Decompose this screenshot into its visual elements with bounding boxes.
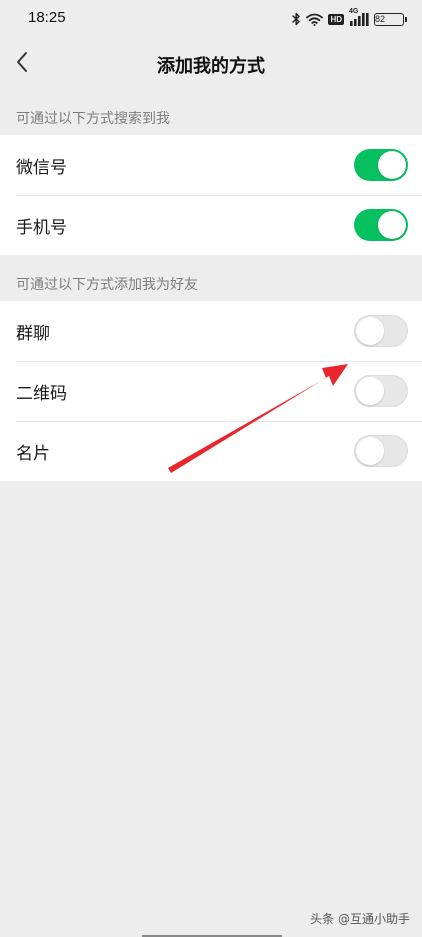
row-label: 二维码 bbox=[16, 384, 67, 404]
status-icons: HD 4G 82 bbox=[292, 8, 407, 29]
search-methods-group: 微信号 手机号 bbox=[0, 135, 422, 255]
network-label: 4G bbox=[349, 8, 359, 15]
signal-icon: 4G bbox=[349, 8, 369, 26]
qr-code-toggle[interactable] bbox=[354, 375, 408, 407]
section-header-add: 可通过以下方式添加我为好友 bbox=[16, 277, 198, 293]
status-time: 18:25 bbox=[28, 9, 66, 26]
toggle-knob bbox=[356, 377, 384, 405]
nav-bar: 添加我的方式 bbox=[0, 38, 422, 90]
wifi-icon bbox=[306, 13, 324, 26]
row-label: 手机号 bbox=[16, 218, 67, 238]
toggle-knob bbox=[356, 317, 384, 345]
row-label: 微信号 bbox=[16, 158, 67, 178]
list-item-business-card[interactable]: 名片 bbox=[0, 421, 422, 481]
row-label: 群聊 bbox=[16, 324, 50, 344]
list-item-group-chat[interactable]: 群聊 bbox=[0, 301, 422, 361]
wechat-id-toggle[interactable] bbox=[354, 149, 408, 181]
hd-badge: HD bbox=[328, 13, 344, 25]
group-chat-toggle[interactable] bbox=[354, 315, 408, 347]
list-item-qr-code[interactable]: 二维码 bbox=[0, 361, 422, 421]
bluetooth-icon bbox=[292, 12, 301, 26]
business-card-toggle[interactable] bbox=[354, 435, 408, 467]
status-bar: 18:25 HD 4G 82 bbox=[0, 0, 422, 38]
toggle-knob bbox=[356, 437, 384, 465]
list-item-phone-number[interactable]: 手机号 bbox=[0, 195, 422, 255]
toggle-knob bbox=[378, 151, 406, 179]
section-header-search: 可通过以下方式搜索到我 bbox=[16, 111, 170, 127]
add-methods-group: 群聊 二维码 名片 bbox=[0, 301, 422, 481]
list-item-wechat-id[interactable]: 微信号 bbox=[0, 135, 422, 195]
page-title: 添加我的方式 bbox=[157, 56, 265, 77]
row-label: 名片 bbox=[16, 444, 50, 464]
battery-icon: 82 bbox=[374, 12, 407, 26]
toggle-knob bbox=[378, 211, 406, 239]
watermark: 头条 @互通小助手 bbox=[310, 912, 410, 926]
phone-number-toggle[interactable] bbox=[354, 209, 408, 241]
